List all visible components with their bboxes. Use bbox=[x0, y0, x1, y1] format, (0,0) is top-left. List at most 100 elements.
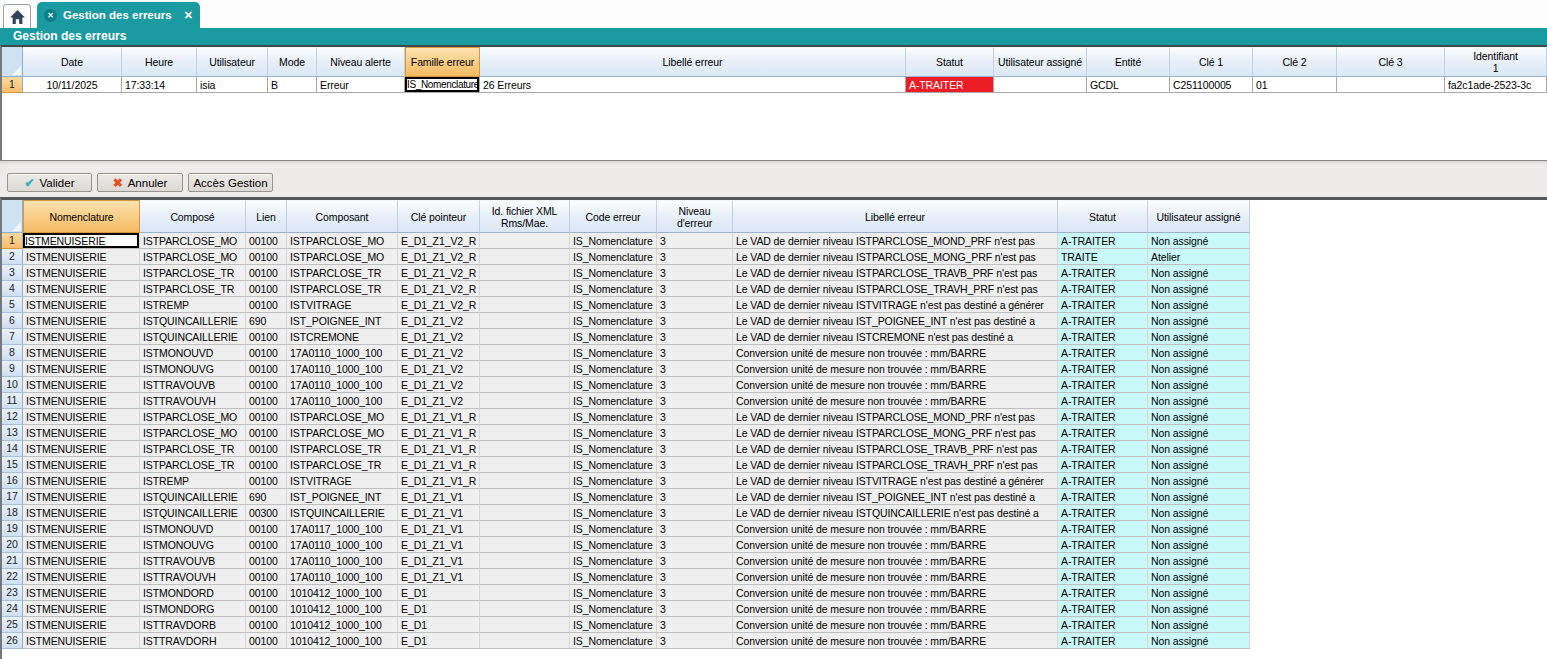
cell[interactable]: 3 bbox=[657, 569, 733, 585]
cell[interactable]: IS_Nomenclature bbox=[570, 585, 657, 601]
cell[interactable]: ISTMENUISERIE bbox=[23, 409, 140, 425]
cell[interactable]: ISTPARCLOSE_MO bbox=[287, 233, 398, 249]
column-header[interactable]: Composé bbox=[140, 200, 246, 233]
cell[interactable]: ISTPARCLOSE_MO bbox=[287, 425, 398, 441]
cell[interactable]: Conversion unité de mesure non trouvée :… bbox=[733, 521, 1058, 537]
row-number[interactable]: 25 bbox=[2, 617, 23, 633]
row-number[interactable]: 22 bbox=[2, 569, 23, 585]
row-number[interactable]: 7 bbox=[2, 329, 23, 345]
column-header[interactable]: Niveau alerte bbox=[317, 47, 405, 77]
cell[interactable]: IS_Nomenclature bbox=[570, 633, 657, 649]
cell[interactable] bbox=[480, 473, 570, 489]
cell[interactable]: ISTTRAVDORB bbox=[140, 617, 246, 633]
cell[interactable]: ISTMENUISERIE bbox=[23, 281, 140, 297]
cell[interactable]: IS_Nomenclature bbox=[570, 505, 657, 521]
cell[interactable]: 17A0110_1000_100 bbox=[287, 553, 398, 569]
cell[interactable]: 3 bbox=[657, 409, 733, 425]
cell[interactable]: E_D1_Z1_V2_R bbox=[398, 297, 480, 313]
column-header[interactable]: Libellé erreur bbox=[480, 47, 906, 77]
cell[interactable]: 3 bbox=[657, 361, 733, 377]
cell[interactable]: E_D1_Z1_V2_R bbox=[398, 281, 480, 297]
cell[interactable]: E_D1 bbox=[398, 617, 480, 633]
cell[interactable] bbox=[480, 361, 570, 377]
column-header[interactable]: Clé pointeur bbox=[398, 200, 480, 233]
cell[interactable]: 690 bbox=[246, 313, 287, 329]
cell[interactable] bbox=[480, 569, 570, 585]
column-header[interactable]: Utilisateur assigné bbox=[1148, 200, 1250, 233]
cell[interactable]: 00100 bbox=[246, 441, 287, 457]
cell[interactable]: ISTMENUISERIE bbox=[23, 585, 140, 601]
cell[interactable]: ISTTRAVOUVH bbox=[140, 393, 246, 409]
column-header[interactable]: Mode bbox=[268, 47, 317, 77]
tab-gestion-des-erreurs[interactable]: ✕ Gestion des erreurs ✕ bbox=[37, 2, 200, 28]
cell[interactable]: Le VAD de dernier niveau IST_POIGNEE_INT… bbox=[733, 313, 1058, 329]
cell[interactable]: 1010412_1000_100 bbox=[287, 585, 398, 601]
row-number[interactable]: 23 bbox=[2, 585, 23, 601]
cell[interactable]: ISTPARCLOSE_TR bbox=[287, 457, 398, 473]
cell[interactable]: ISTPARCLOSE_MO bbox=[140, 409, 246, 425]
cell[interactable]: C251100005 bbox=[1170, 77, 1253, 93]
cell[interactable]: 26 Erreurs bbox=[480, 77, 906, 93]
cell[interactable]: 17A0117_1000_100 bbox=[287, 521, 398, 537]
cell[interactable] bbox=[480, 633, 570, 649]
cell[interactable]: IS_Nomenclature bbox=[570, 281, 657, 297]
cell[interactable]: Le VAD de dernier niveau ISTPARCLOSE_MON… bbox=[733, 249, 1058, 265]
column-header[interactable]: Date bbox=[23, 47, 122, 77]
cell[interactable]: TRAITE bbox=[1058, 249, 1148, 265]
cell[interactable]: ISTMONOUVG bbox=[140, 361, 246, 377]
cell[interactable]: ISTMONDORG bbox=[140, 601, 246, 617]
cell[interactable]: ISTTRAVOUVB bbox=[140, 553, 246, 569]
cell[interactable]: 17A0110_1000_100 bbox=[287, 569, 398, 585]
cell[interactable]: ISTMENUISERIE bbox=[23, 601, 140, 617]
cell[interactable]: Conversion unité de mesure non trouvée :… bbox=[733, 553, 1058, 569]
row-number[interactable]: 2 bbox=[2, 249, 23, 265]
column-header[interactable]: Statut bbox=[1058, 200, 1148, 233]
cell[interactable]: Non assigné bbox=[1148, 617, 1250, 633]
cell[interactable]: ISTQUINCAILLERIE bbox=[140, 505, 246, 521]
column-header[interactable]: Entité bbox=[1087, 47, 1170, 77]
cell[interactable]: ISTMENUISERIE bbox=[23, 537, 140, 553]
cell[interactable]: E_D1_Z1_V1_R bbox=[398, 473, 480, 489]
cell[interactable]: ISTPARCLOSE_TR bbox=[140, 265, 246, 281]
cell[interactable]: 3 bbox=[657, 313, 733, 329]
cell[interactable]: IS_Nomenclature bbox=[570, 377, 657, 393]
cell[interactable]: A-TRAITER bbox=[1058, 569, 1148, 585]
cell[interactable]: Non assigné bbox=[1148, 585, 1250, 601]
cell[interactable]: 00100 bbox=[246, 537, 287, 553]
cell[interactable] bbox=[480, 377, 570, 393]
row-number[interactable]: 20 bbox=[2, 537, 23, 553]
cell[interactable]: 3 bbox=[657, 425, 733, 441]
cell[interactable]: A-TRAITER bbox=[1058, 537, 1148, 553]
cell[interactable]: ISTTRAVDORH bbox=[140, 633, 246, 649]
cell[interactable]: Non assigné bbox=[1148, 393, 1250, 409]
cell[interactable]: GCDL bbox=[1087, 77, 1170, 93]
cell[interactable]: Non assigné bbox=[1148, 441, 1250, 457]
cell[interactable]: ISTVITRAGE bbox=[287, 297, 398, 313]
cell[interactable]: Non assigné bbox=[1148, 521, 1250, 537]
cell[interactable] bbox=[480, 425, 570, 441]
cell[interactable]: IS_Nomenclature bbox=[570, 489, 657, 505]
cell[interactable]: E_D1_Z1_V2 bbox=[398, 329, 480, 345]
cell[interactable]: Erreur bbox=[317, 77, 405, 93]
cell[interactable]: A-TRAITER bbox=[1058, 441, 1148, 457]
cell[interactable]: 01 bbox=[1253, 77, 1337, 93]
cell[interactable]: ISTMENUISERIE bbox=[23, 265, 140, 281]
cell[interactable]: 00100 bbox=[246, 361, 287, 377]
cell[interactable]: IS_Nomenclature bbox=[570, 297, 657, 313]
cell[interactable]: A-TRAITER bbox=[1058, 585, 1148, 601]
select-all-corner[interactable] bbox=[2, 200, 23, 233]
column-header[interactable]: Niveau d'erreur bbox=[657, 200, 733, 233]
cell[interactable]: 3 bbox=[657, 489, 733, 505]
cell[interactable]: Non assigné bbox=[1148, 297, 1250, 313]
home-tab[interactable] bbox=[3, 4, 31, 28]
cell[interactable]: ISTMONDORD bbox=[140, 585, 246, 601]
cell[interactable] bbox=[480, 505, 570, 521]
cell[interactable]: A-TRAITER bbox=[1058, 457, 1148, 473]
cell[interactable]: 3 bbox=[657, 329, 733, 345]
cell[interactable]: IS_Nomenclature bbox=[570, 393, 657, 409]
cell[interactable]: ISTQUINCAILLERIE bbox=[140, 313, 246, 329]
cell[interactable]: E_D1_Z1_V2 bbox=[398, 361, 480, 377]
cell[interactable]: Conversion unité de mesure non trouvée :… bbox=[733, 601, 1058, 617]
cell[interactable]: IST_POIGNEE_INT bbox=[287, 313, 398, 329]
cell[interactable]: Le VAD de dernier niveau ISTPARCLOSE_MON… bbox=[733, 233, 1058, 249]
